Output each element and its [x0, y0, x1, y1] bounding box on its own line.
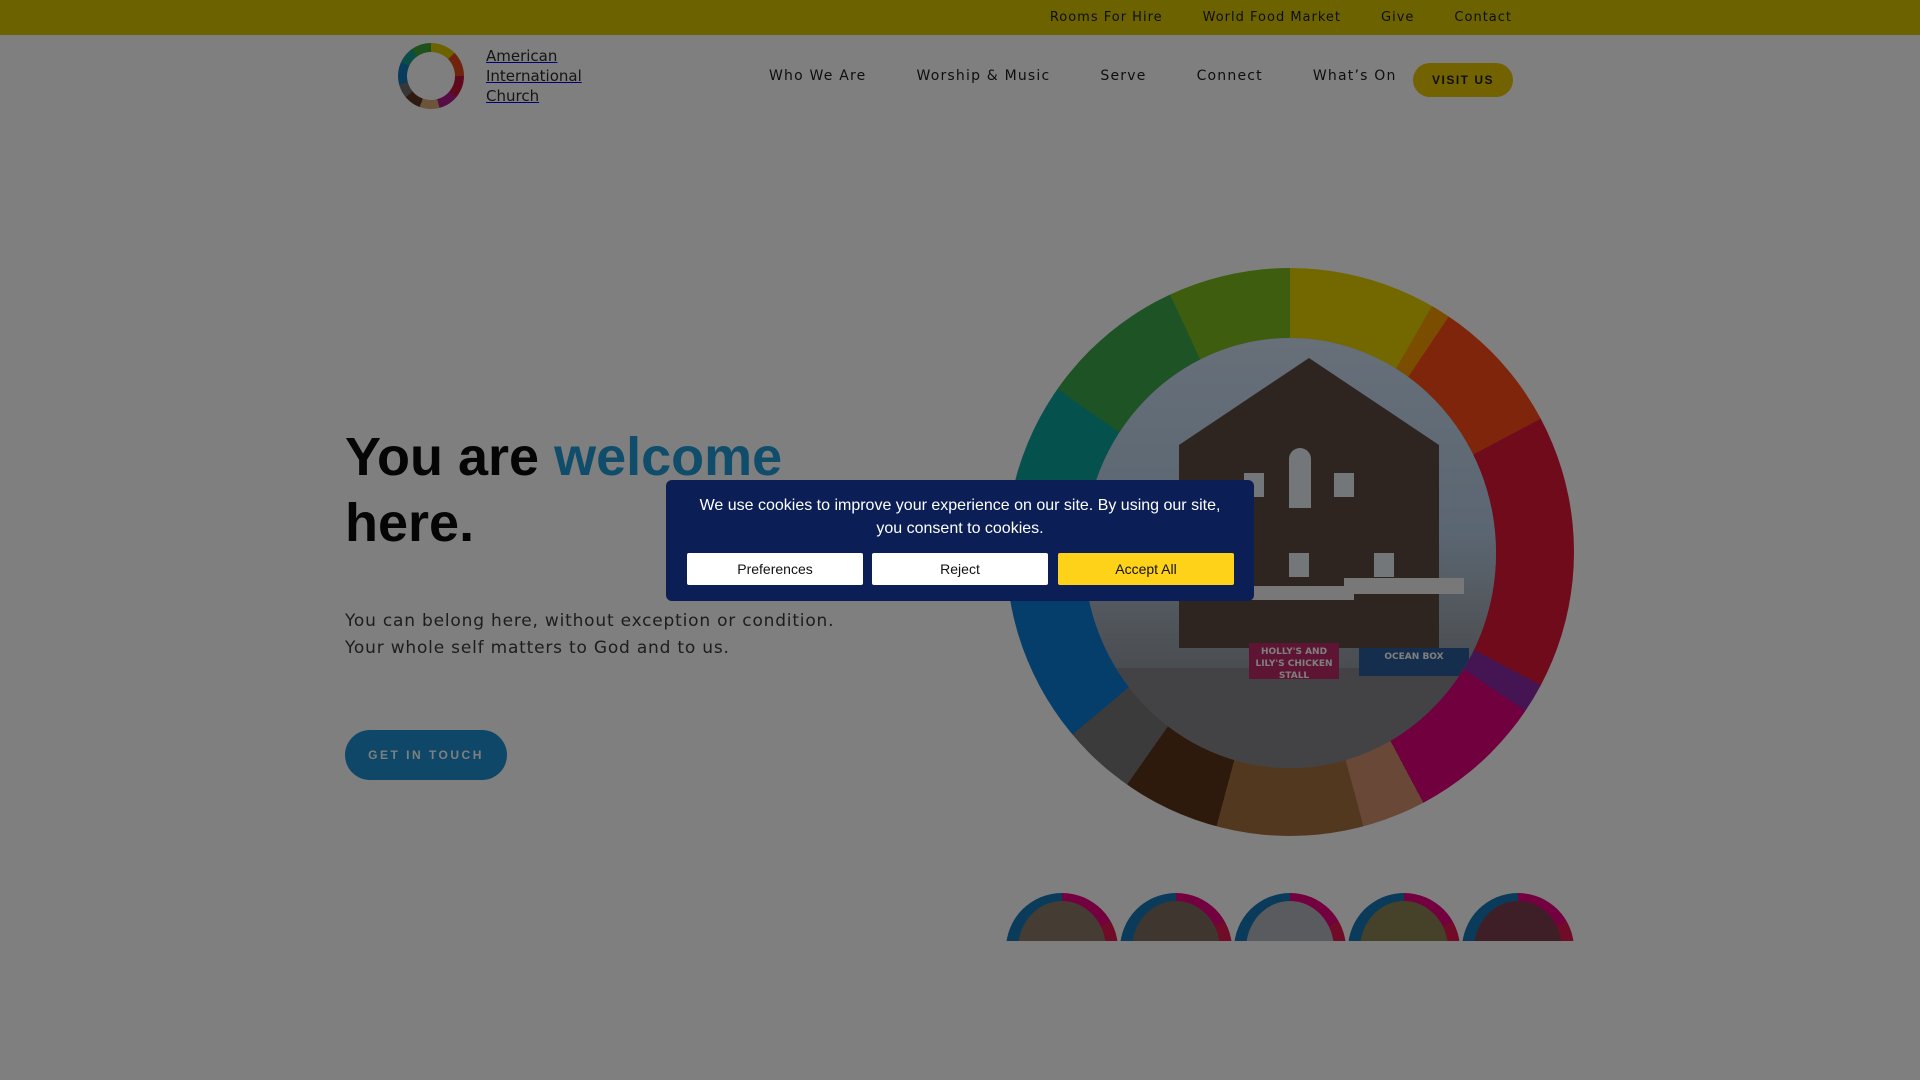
cookie-accept-all-button[interactable]: Accept All — [1058, 553, 1234, 585]
cookie-reject-button[interactable]: Reject — [872, 553, 1048, 585]
cookie-message: We use cookies to improve your experienc… — [699, 497, 1221, 537]
cookie-preferences-button[interactable]: Preferences — [687, 553, 863, 585]
cookie-consent-dialog: We use cookies to improve your experienc… — [666, 480, 1254, 601]
